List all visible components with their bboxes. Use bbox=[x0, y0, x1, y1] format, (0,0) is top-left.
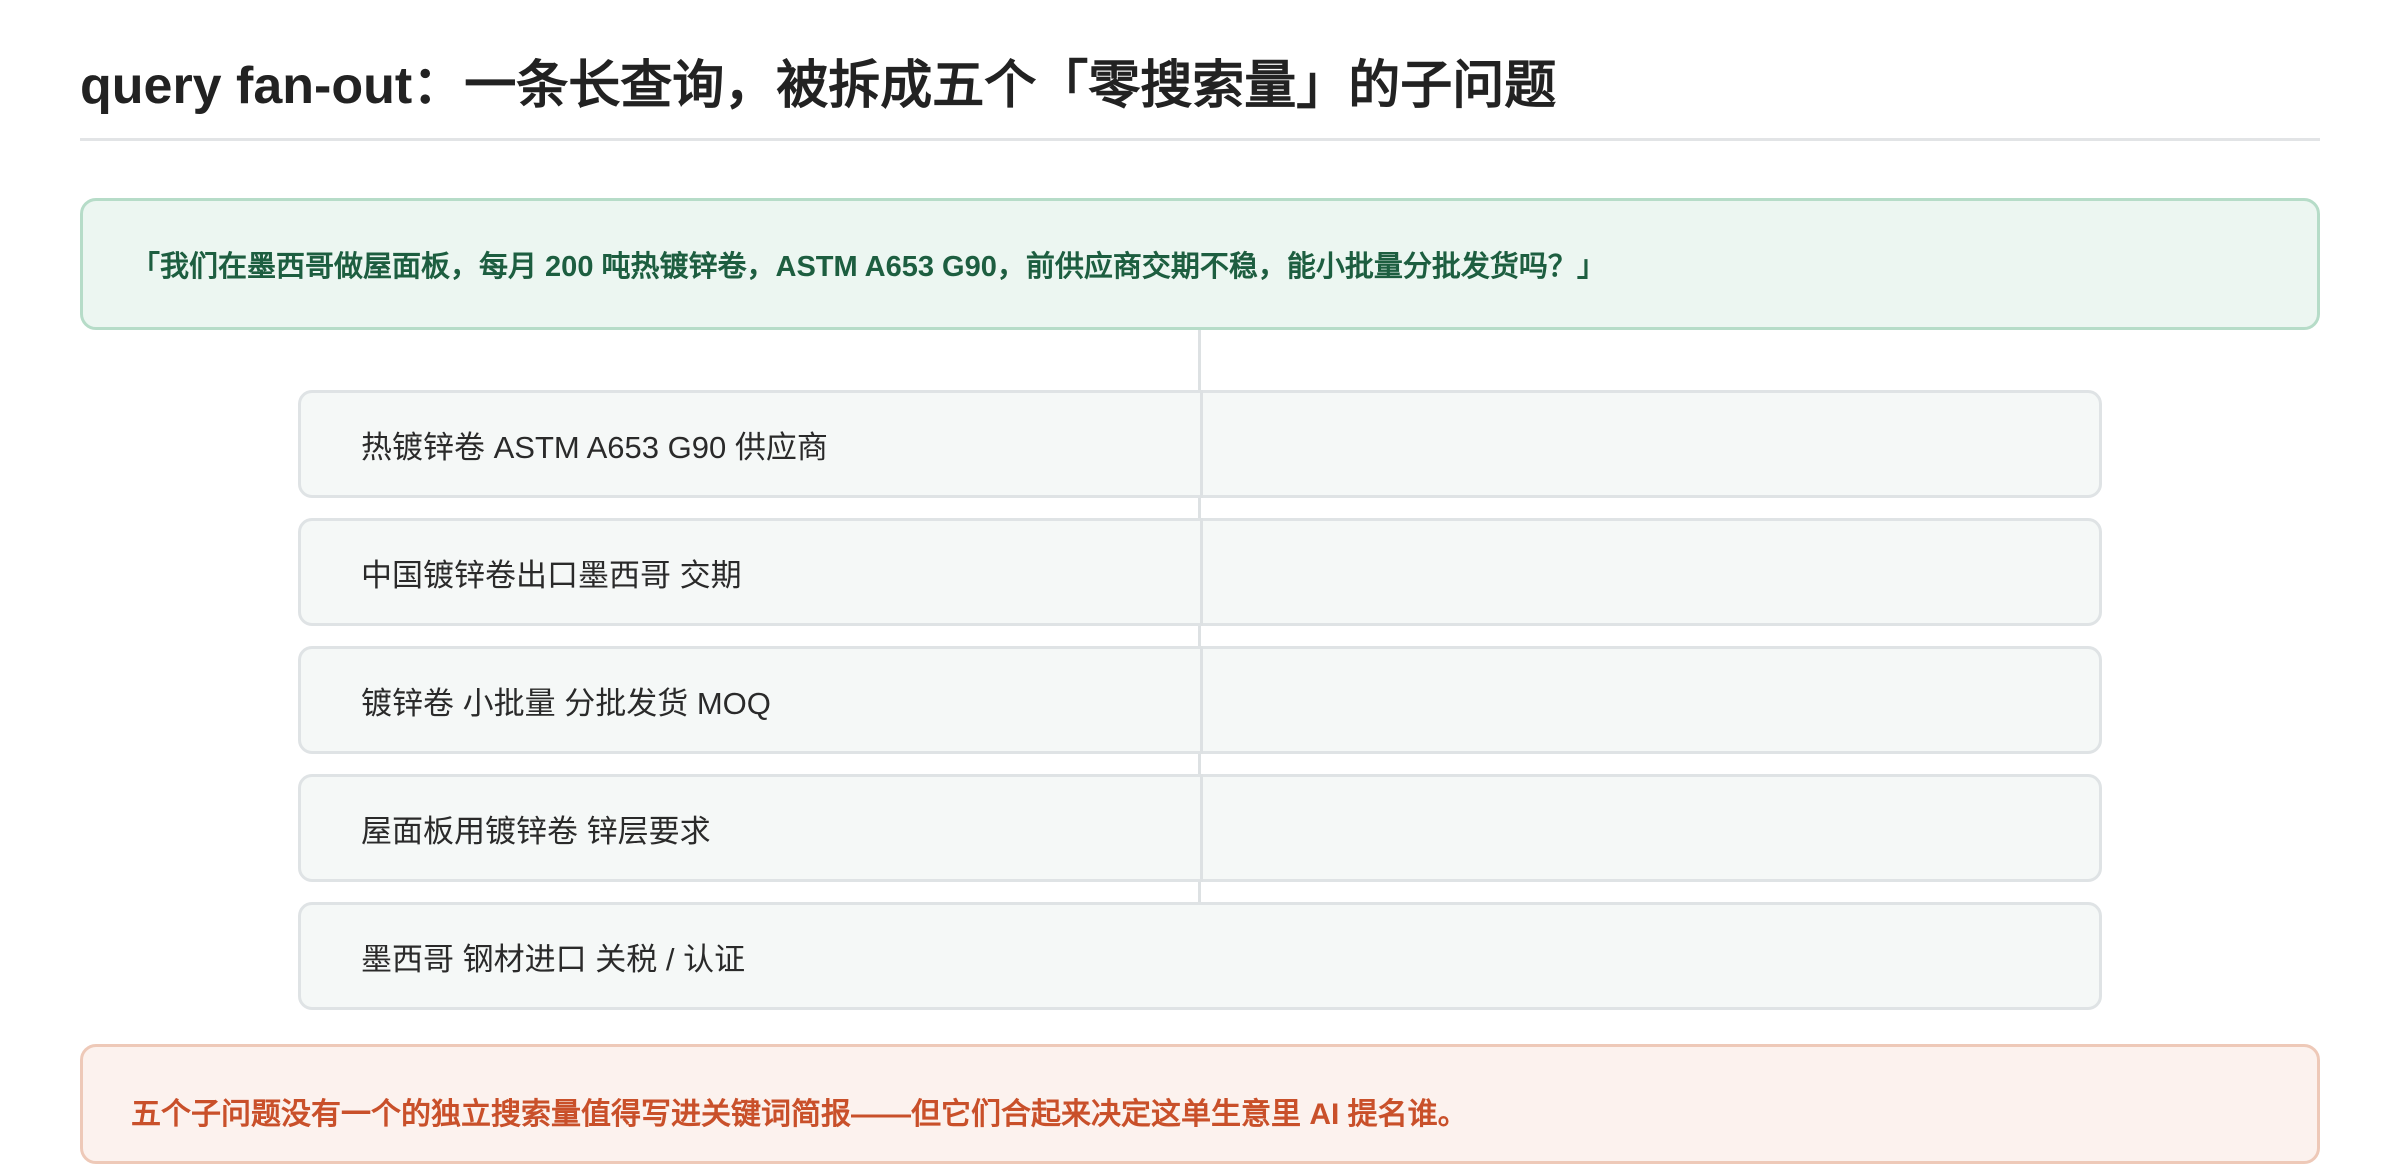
sub-query-item: 热镀锌卷 ASTM A653 G90 供应商 bbox=[298, 390, 2102, 498]
callout-note: 五个子问题没有一个的独立搜索量值得写进关键词简报——但它们合起来决定这单生意里 … bbox=[80, 1044, 2320, 1164]
sub-query-list: 热镀锌卷 ASTM A653 G90 供应商 中国镀锌卷出口墨西哥 交期 镀锌卷… bbox=[298, 390, 2102, 1030]
sub-query-text: 热镀锌卷 ASTM A653 G90 供应商 bbox=[361, 429, 828, 465]
callout-note-text: 五个子问题没有一个的独立搜索量值得写进关键词简报——但它们合起来决定这单生意里 … bbox=[131, 1098, 1468, 1131]
sub-query-item: 镀锌卷 小批量 分批发货 MOQ bbox=[298, 646, 2102, 754]
sub-query-text: 屋面板用镀锌卷 锌层要求 bbox=[361, 813, 711, 849]
page-title: query fan-out：一条长查询，被拆成五个「零搜索量」的子问题 bbox=[80, 57, 1557, 115]
connector-segment bbox=[1200, 646, 1203, 754]
sub-query-item: 中国镀锌卷出口墨西哥 交期 bbox=[298, 518, 2102, 626]
connector-segment bbox=[1200, 518, 1203, 626]
sub-query-text: 墨西哥 钢材进口 关税 / 认证 bbox=[361, 941, 746, 977]
sub-query-item: 屋面板用镀锌卷 锌层要求 bbox=[298, 774, 2102, 882]
sub-query-item: 墨西哥 钢材进口 关税 / 认证 bbox=[298, 902, 2102, 1010]
title-divider bbox=[80, 138, 2320, 141]
sub-query-text: 镀锌卷 小批量 分批发货 MOQ bbox=[361, 685, 771, 721]
connector-segment bbox=[1200, 390, 1203, 498]
query-text: 「我们在墨西哥做屋面板，每月 200 吨热镀锌卷，ASTM A653 G90，前… bbox=[131, 251, 1606, 283]
query-box: 「我们在墨西哥做屋面板，每月 200 吨热镀锌卷，ASTM A653 G90，前… bbox=[80, 198, 2320, 330]
sub-query-text: 中国镀锌卷出口墨西哥 交期 bbox=[361, 557, 742, 593]
connector-segment bbox=[1200, 774, 1203, 882]
